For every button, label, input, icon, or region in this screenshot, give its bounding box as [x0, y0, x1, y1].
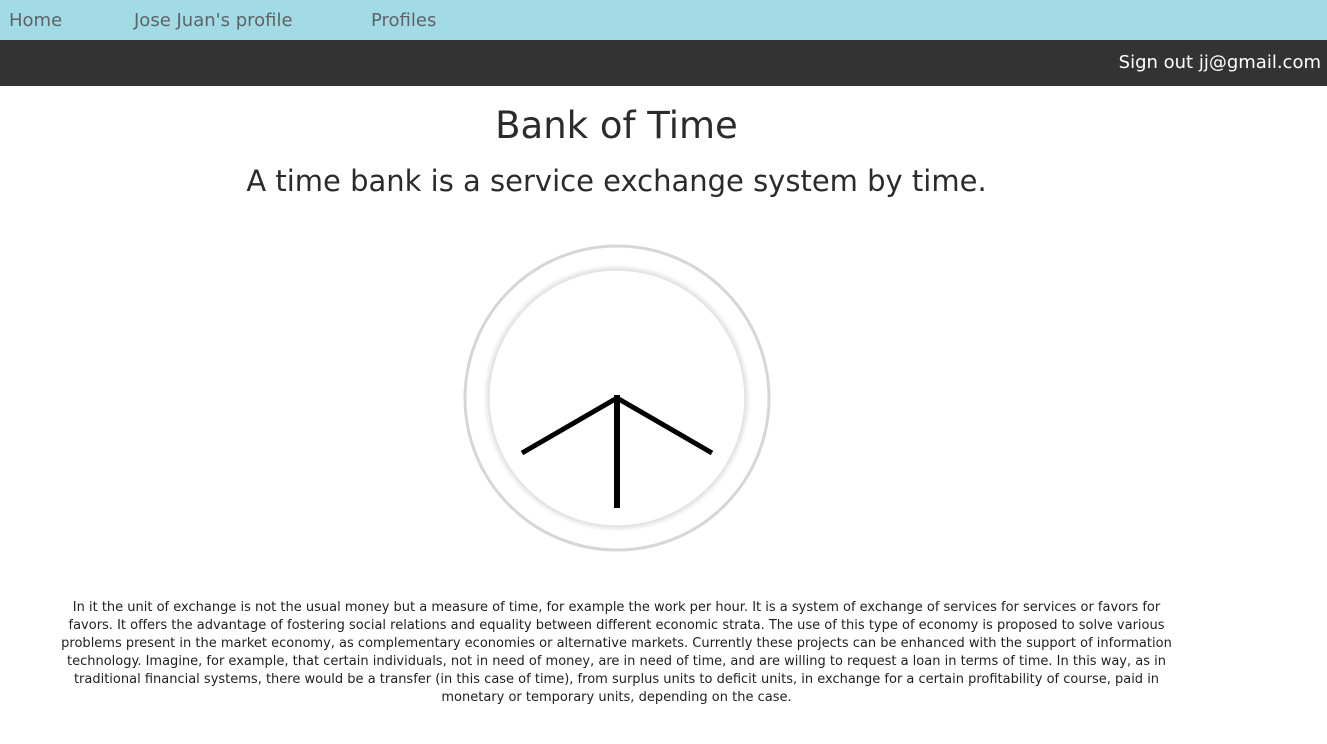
clock-graphic [463, 244, 771, 552]
user-bar: Sign out jj@gmail.com [0, 40, 1327, 86]
page-subtitle: A time bank is a service exchange system… [246, 164, 987, 198]
nav-profiles-link[interactable]: Profiles [371, 10, 436, 32]
nav-profile-link[interactable]: Jose Juan's profile [134, 10, 293, 32]
description-text: In it the unit of exchange is not the us… [61, 600, 1172, 705]
nav-home-link[interactable]: Home [9, 10, 62, 32]
sign-out-link[interactable]: Sign out jj@gmail.com [1119, 52, 1321, 74]
top-navigation: Home Jose Juan's profile Profiles [0, 0, 1327, 40]
page-title: Bank of Time [495, 104, 738, 147]
clock-icon [462, 243, 772, 553]
